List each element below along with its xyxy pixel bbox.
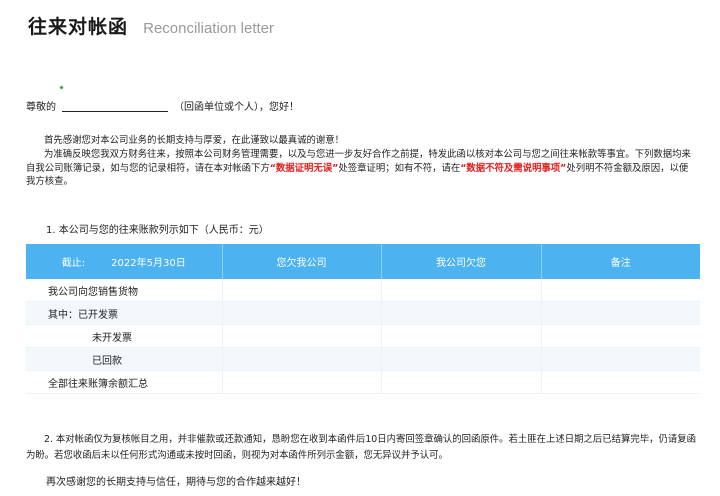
table-row: 全部往来账簿余额汇总 bbox=[26, 370, 700, 394]
table-row: 未开发票 bbox=[26, 324, 700, 348]
closing-line: 再次感谢您的长期支持与信任，期待与您的合作越来越好！ bbox=[46, 477, 306, 488]
cell-we-owe-you[interactable] bbox=[381, 301, 542, 325]
salutation: 尊敬的 bbox=[26, 102, 56, 113]
section-1-title: 1. 本公司与您的往来账款列示如下（人民币：元） bbox=[46, 225, 269, 236]
greeting-line: 尊敬的 （回函单位或个人），您好！ bbox=[26, 98, 299, 113]
decorative-tick bbox=[59, 85, 64, 90]
cell-notes[interactable] bbox=[541, 279, 700, 302]
table-row: 我公司向您销售货物 bbox=[26, 279, 700, 302]
row-label: 全部往来账簿余额汇总 bbox=[48, 378, 148, 390]
cell-notes[interactable] bbox=[541, 324, 700, 348]
purpose-text-2: 处签章证明；如有不符，请在 bbox=[338, 162, 461, 174]
row-label: 已回款 bbox=[92, 355, 122, 367]
row-label: 未开发票 bbox=[92, 332, 132, 344]
reconciliation-table: 截止: 2022年5月30日 您欠我公司 我公司欠您 备注 我公司向您销售货物 其… bbox=[26, 244, 700, 394]
header-cutoff: 截止: 2022年5月30日 bbox=[26, 244, 223, 279]
header-notes: 备注 bbox=[541, 244, 700, 279]
table-row: 已回款 bbox=[26, 347, 700, 371]
title-chinese: 往来对帐函 bbox=[28, 16, 129, 38]
cell-notes[interactable] bbox=[541, 347, 700, 371]
greeting-suffix: （回函单位或个人），您好！ bbox=[174, 102, 299, 113]
cell-we-owe-you[interactable] bbox=[381, 370, 542, 394]
cell-we-owe-you[interactable] bbox=[381, 279, 542, 302]
title-english: Reconciliation letter bbox=[143, 20, 275, 37]
cell-you-owe-us[interactable] bbox=[222, 370, 382, 394]
header-you-owe-us: 您欠我公司 bbox=[222, 244, 382, 279]
letter-title: 往来对帐函 Reconciliation letter bbox=[28, 12, 274, 39]
header-we-owe-you: 我公司欠您 bbox=[381, 244, 542, 279]
table-header-row: 截止: 2022年5月30日 您欠我公司 我公司欠您 备注 bbox=[26, 244, 700, 279]
thanks-paragraph: 首先感谢您对本公司业务的长期支持与厚爱，在此谨致以最真诚的谢意！ bbox=[44, 135, 345, 146]
cell-you-owe-us[interactable] bbox=[222, 279, 382, 302]
section-2-paragraph: 2. 本对帐函仅为复核帐目之用，并非催款或还款通知，恳盼您在收到本函件后10日内… bbox=[26, 434, 696, 461]
table-row: 其中：已开发票 bbox=[26, 301, 700, 325]
cutoff-date: 2022年5月30日 bbox=[111, 258, 186, 269]
cell-you-owe-us[interactable] bbox=[222, 301, 382, 325]
recipient-blank-line[interactable] bbox=[62, 111, 168, 112]
cell-notes[interactable] bbox=[541, 370, 700, 394]
cell-you-owe-us[interactable] bbox=[222, 324, 382, 348]
highlight-data-mismatch: “数据不符及需说明事项” bbox=[460, 162, 567, 174]
cell-notes[interactable] bbox=[541, 301, 700, 325]
cutoff-label: 截止: bbox=[61, 258, 86, 269]
cell-we-owe-you[interactable] bbox=[381, 347, 542, 371]
highlight-data-correct: “数据证明无误” bbox=[269, 162, 339, 174]
row-label: 我公司向您销售货物 bbox=[48, 286, 138, 298]
cell-we-owe-you[interactable] bbox=[381, 324, 542, 348]
purpose-paragraph: 为准确反映您我双方财务往来，按照本公司财务管理需要，以及与您进一步友好合作之前提… bbox=[26, 148, 696, 189]
row-label: 其中：已开发票 bbox=[48, 309, 118, 321]
cell-you-owe-us[interactable] bbox=[222, 347, 382, 371]
